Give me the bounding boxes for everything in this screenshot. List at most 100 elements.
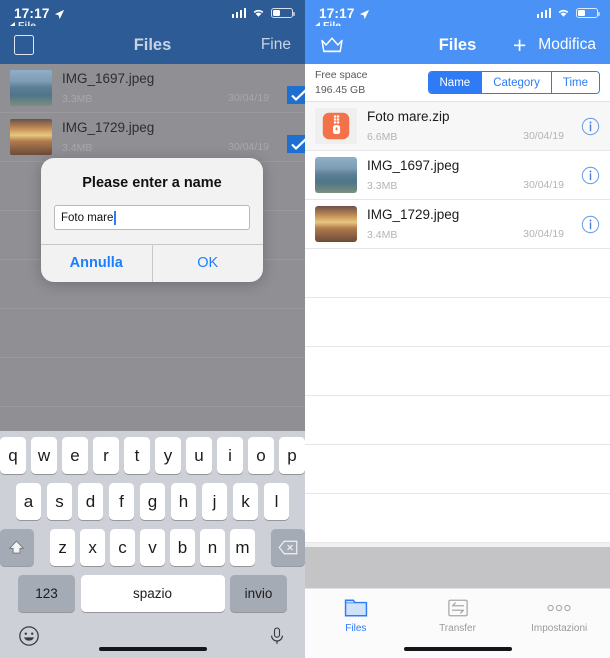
file-date: 30/04/19	[523, 130, 564, 142]
key-f[interactable]: f	[108, 483, 135, 520]
file-date: 30/04/19	[523, 228, 564, 240]
zip-archive-icon	[315, 108, 357, 144]
empty-row	[305, 249, 610, 298]
key-h[interactable]: h	[170, 483, 197, 520]
keyboard-row-3: z x c v b n m	[0, 529, 305, 566]
location-arrow-icon	[54, 8, 65, 19]
key-i[interactable]: i	[217, 437, 243, 474]
file-name: IMG_1697.jpeg	[367, 158, 460, 173]
backspace-icon[interactable]	[271, 529, 305, 566]
status-left-group: 17:17	[319, 6, 370, 21]
key-y[interactable]: y	[155, 437, 181, 474]
text-caret	[114, 210, 116, 225]
free-space-label: Free space	[315, 69, 368, 82]
plus-icon[interactable]: +	[513, 33, 526, 57]
key-j[interactable]: j	[201, 483, 228, 520]
tab-label: Impostazioni	[531, 623, 588, 634]
sort-segment-name[interactable]: Name	[428, 72, 482, 93]
empty-row	[305, 396, 610, 445]
sort-segment-category[interactable]: Category	[481, 72, 551, 93]
table-row[interactable]: IMG_1697.jpeg 3.3MB 30/04/19	[305, 151, 610, 200]
tab-files[interactable]: Files	[305, 596, 407, 634]
file-name: IMG_1697.jpeg	[62, 71, 155, 86]
status-time: 17:17	[14, 5, 50, 21]
key-x[interactable]: x	[80, 529, 105, 566]
empty-row	[305, 494, 610, 543]
cancel-button[interactable]: Annulla	[41, 245, 152, 282]
key-s[interactable]: s	[46, 483, 73, 520]
space-key[interactable]: spazio	[80, 575, 225, 612]
empty-row	[0, 309, 305, 358]
key-b[interactable]: b	[170, 529, 195, 566]
nav-right-group-left: Fine	[261, 36, 291, 54]
keyboard-row-4: 123 spazio invio	[0, 575, 305, 612]
key-m[interactable]: m	[230, 529, 255, 566]
file-list-right: Foto mare.zip 6.6MB 30/04/19 IMG_1697.jp…	[305, 102, 610, 543]
key-r[interactable]: r	[93, 437, 119, 474]
done-button[interactable]: Fine	[261, 36, 291, 54]
info-icon[interactable]	[581, 166, 600, 185]
key-k[interactable]: k	[232, 483, 259, 520]
key-n[interactable]: n	[200, 529, 225, 566]
tab-transfer[interactable]: Transfer	[407, 596, 509, 634]
key-e[interactable]: e	[62, 437, 88, 474]
numbers-key[interactable]: 123	[18, 575, 75, 612]
edit-button[interactable]: Modifica	[538, 36, 596, 54]
cellular-bars-icon	[536, 8, 551, 18]
key-v[interactable]: v	[140, 529, 165, 566]
folder-icon	[305, 596, 407, 620]
status-bar-right: 17:17	[305, 0, 610, 26]
home-indicator-right	[403, 646, 512, 651]
ok-button[interactable]: OK	[151, 245, 264, 282]
return-key[interactable]: invio	[230, 575, 287, 612]
file-name: IMG_1729.jpeg	[62, 120, 155, 135]
select-all-checkbox[interactable]	[14, 35, 34, 55]
list-item[interactable]: IMG_1729.jpeg 3.4MB 30/04/19	[0, 113, 305, 162]
key-g[interactable]: g	[139, 483, 166, 520]
key-o[interactable]: o	[248, 437, 274, 474]
key-w[interactable]: w	[31, 437, 57, 474]
tab-label: Transfer	[439, 623, 476, 634]
key-u[interactable]: u	[186, 437, 212, 474]
key-p[interactable]: p	[279, 437, 305, 474]
keyboard-bottom-bar	[0, 618, 305, 658]
file-date: 30/04/19	[228, 141, 269, 153]
screenshot-root: 17:17 File Files Fine	[0, 0, 610, 658]
key-d[interactable]: d	[77, 483, 104, 520]
ad-banner[interactable]	[305, 547, 610, 588]
info-icon[interactable]	[581, 117, 600, 136]
list-item[interactable]: IMG_1697.jpeg 3.3MB 30/04/19	[0, 64, 305, 113]
info-icon[interactable]	[581, 215, 600, 234]
key-z[interactable]: z	[50, 529, 75, 566]
dialog-field-wrapper: Foto mare	[41, 205, 263, 244]
name-input[interactable]: Foto mare	[54, 205, 250, 230]
file-date: 30/04/19	[228, 92, 269, 104]
transfer-icon	[407, 596, 509, 620]
nav-bar-left: Files Fine	[0, 26, 305, 64]
sort-segment-time[interactable]: Time	[550, 72, 599, 93]
free-space-info: Free space 196.45 GB	[315, 68, 368, 96]
table-row[interactable]: IMG_1729.jpeg 3.4MB 30/04/19	[305, 200, 610, 249]
table-row[interactable]: Foto mare.zip 6.6MB 30/04/19	[305, 102, 610, 151]
key-l[interactable]: l	[263, 483, 290, 520]
shift-icon[interactable]	[0, 529, 34, 566]
status-left-group: 17:17	[14, 6, 65, 21]
right-screen: 17:17 File Files +	[305, 0, 610, 658]
beach-thumbnail	[315, 157, 357, 193]
key-a[interactable]: a	[15, 483, 42, 520]
crown-icon[interactable]	[319, 35, 345, 55]
emoji-icon[interactable]	[18, 625, 40, 652]
microphone-icon[interactable]	[267, 626, 287, 651]
tab-label: Files	[345, 623, 367, 634]
on-screen-keyboard: q w e r t y u i o p a s d f g h j k l z …	[0, 431, 305, 658]
status-right-group	[536, 6, 600, 21]
key-c[interactable]: c	[110, 529, 135, 566]
empty-row	[305, 347, 610, 396]
tab-settings[interactable]: Impostazioni	[508, 596, 610, 634]
wifi-icon	[556, 6, 571, 21]
key-t[interactable]: t	[124, 437, 150, 474]
battery-icon	[271, 7, 295, 19]
battery-icon	[576, 7, 600, 19]
file-name: Foto mare.zip	[367, 109, 450, 124]
key-q[interactable]: q	[0, 437, 26, 474]
